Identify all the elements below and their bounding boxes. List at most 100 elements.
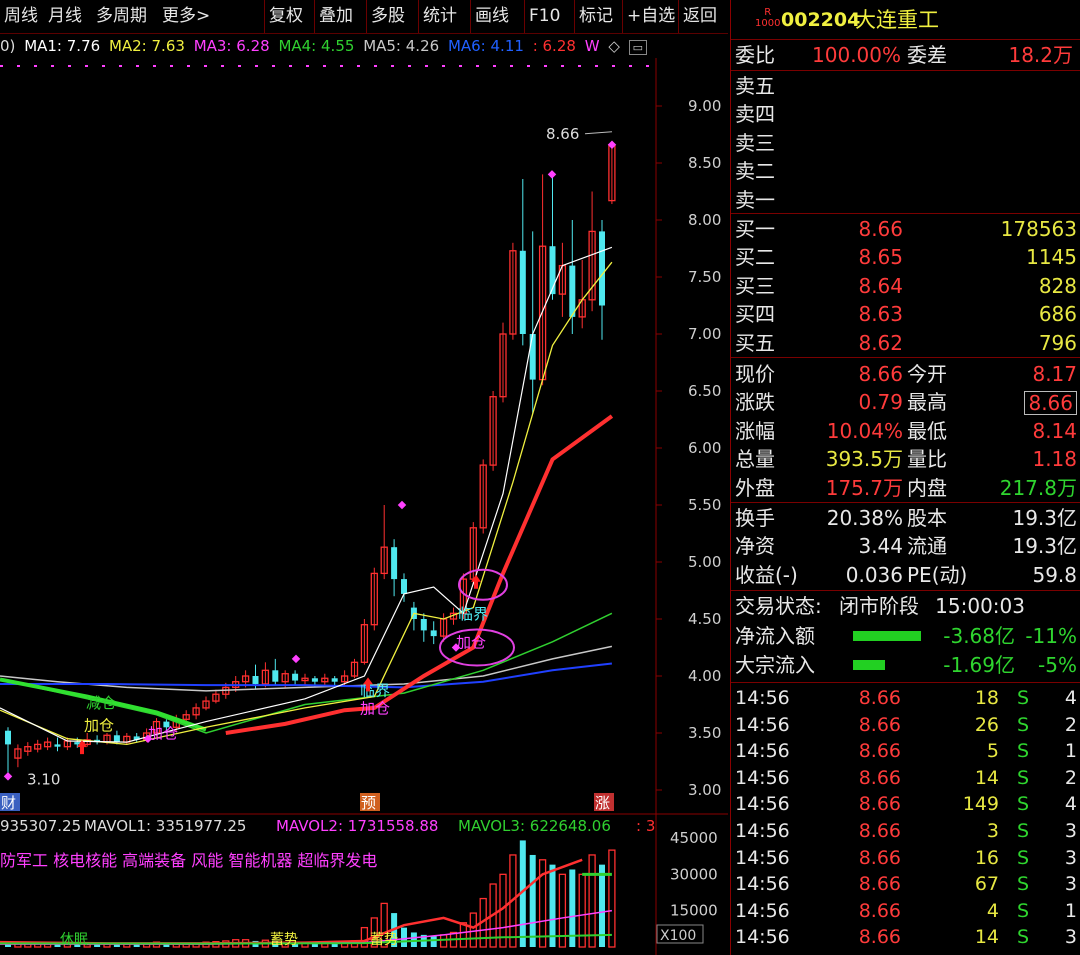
buy-level-2[interactable]: 买二 8.65 1145 [731, 243, 1080, 271]
tick-row: 14:56 8.66 4 S 1 [731, 898, 1080, 925]
volume-bar-up [469, 912, 477, 948]
back-button[interactable]: 返回 [678, 0, 721, 33]
badge-yu: 预 [361, 794, 376, 812]
w-indicator: W [584, 37, 600, 55]
tick-count: 2 [1064, 713, 1077, 736]
volume-bar-up [439, 934, 448, 948]
signal-label: 加仓 [360, 700, 390, 718]
r-badge: R 1000 [755, 7, 780, 29]
tick-time: 14:56 [735, 820, 790, 842]
buy-level-label: 买三 [735, 273, 775, 298]
quote-value-right: 8.66 [1024, 391, 1077, 416]
minimize-icon[interactable]: ▭ [628, 40, 648, 55]
tick-side: S [1016, 873, 1029, 896]
volume-bar-up [608, 849, 616, 948]
chart-toolbar: 周线 月线 多周期 更多> 复权 叠加 多股 统计 画线 F10 标记 +自选 … [0, 0, 728, 34]
sell-level-4[interactable]: 卖四 [731, 100, 1080, 128]
tick-volume: 16 [974, 846, 999, 869]
tick-time: 14:56 [735, 740, 790, 763]
quote-value-left: 393.5万 [825, 447, 903, 472]
concept-tags: 防军工 核电核能 高端装备 风能 智能机器 超临界发电 [0, 851, 377, 870]
buy-level-4[interactable]: 买四 8.63 686 [731, 300, 1080, 328]
tick-volume: 3 [986, 820, 999, 842]
tick-count: 3 [1064, 820, 1077, 842]
sell-level-label: 卖二 [735, 159, 775, 184]
r-badge-top: R [764, 7, 772, 18]
quote-value-right: 8.14 [1032, 418, 1077, 443]
buy-level-label: 买四 [735, 302, 775, 327]
volume-phase-label: 蓄势 [370, 932, 398, 948]
quote-label-left: 总量 [735, 447, 775, 472]
tick-price: 8.66 [858, 740, 901, 763]
signal-label: 临界 [458, 605, 488, 623]
quote-value-right: 217.8万 [999, 475, 1077, 500]
candle-body-down [420, 619, 427, 631]
tick-count: 4 [1064, 793, 1077, 816]
low-price-label: 3.10 [27, 771, 60, 789]
quote-label-left: 涨幅 [735, 418, 775, 443]
sell-level-label: 卖三 [735, 130, 775, 155]
sell-level-2[interactable]: 卖二 [731, 157, 1080, 185]
tick-price: 8.66 [858, 820, 901, 842]
sell-level-5[interactable]: 卖五 [731, 72, 1080, 100]
price-tick-label: 9.00 [688, 97, 721, 115]
kline-chart[interactable]: 9.00 8.50 8.00 7.50 7.00 6.50 6.00 5.50 5.00 4.50… [0, 58, 728, 955]
diamond-icon[interactable]: ◇ [608, 37, 620, 55]
buy-level-volume: 686 [1038, 302, 1077, 327]
add-watchlist-button[interactable]: +自选 [622, 0, 679, 33]
fuquan-button[interactable]: 复权 [264, 0, 307, 33]
volume-bar-up [588, 854, 596, 948]
tick-price: 8.66 [858, 899, 901, 922]
trade-status-label: 交易状态: [735, 594, 822, 618]
tick-row: 14:56 8.66 16 S 3 [731, 845, 1080, 872]
high-price-label: 8.66 [546, 125, 579, 143]
statistics-button[interactable]: 统计 [418, 0, 461, 33]
quote-row: 现价 8.66 今开 8.17 [731, 360, 1080, 388]
sell-level-1[interactable]: 卖一 [731, 186, 1080, 214]
netflow-value: -3.68亿 [943, 624, 1015, 648]
candle-body-down [391, 547, 398, 580]
buy-level-volume: 178563 [1000, 217, 1077, 241]
volume-bar-down [401, 927, 407, 947]
overlay-button[interactable]: 叠加 [314, 0, 357, 33]
tick-row: 14:56 8.66 149 S 4 [731, 791, 1080, 818]
netflow-pct: -11% [1025, 624, 1077, 648]
netflow-row: 净流入额 -3.68亿 -11% [731, 622, 1080, 650]
tick-volume: 149 [962, 793, 999, 816]
tick-price: 8.66 [858, 793, 901, 816]
stock-name: 大连重工 [855, 8, 939, 32]
multi-period-button[interactable]: 多周期 [92, 0, 151, 33]
chart-svg: 9.00 8.50 8.00 7.50 7.00 6.50 6.00 5.50 5.00 4.50… [0, 58, 728, 955]
tick-time: 14:56 [735, 926, 790, 949]
finance-value-right: 59.8 [1032, 562, 1077, 587]
high-price-pointer [584, 131, 613, 135]
mavol1-line [0, 858, 583, 945]
tick-time: 14:56 [735, 899, 790, 922]
quote-row: 总量 393.5万 量比 1.18 [731, 445, 1080, 473]
volume-bar-down [133, 944, 140, 947]
stock-terminal: 周线 月线 多周期 更多> 复权 叠加 多股 统计 画线 F10 标记 +自选 … [0, 0, 1080, 955]
draw-line-button[interactable]: 画线 [470, 0, 513, 33]
more-button[interactable]: 更多> [158, 0, 214, 33]
candle-body-down [529, 334, 536, 380]
bigflow-bar [853, 660, 885, 670]
sell-level-3[interactable]: 卖三 [731, 129, 1080, 157]
signal-label: 加仓 [84, 717, 114, 735]
candle-body-down [599, 231, 605, 306]
multi-stock-button[interactable]: 多股 [366, 0, 409, 33]
weekly-button[interactable]: 周线 [0, 0, 42, 33]
quote-value-left: 8.66 [858, 362, 903, 386]
f10-button[interactable]: F10 [524, 0, 564, 33]
monthly-button[interactable]: 月线 [44, 0, 86, 33]
tick-side: S [1016, 793, 1029, 816]
buy-level-label: 买五 [735, 330, 775, 355]
buy-level-price: 8.65 [858, 245, 903, 270]
buy-level-5[interactable]: 买五 8.62 796 [731, 329, 1080, 357]
buy-level-3[interactable]: 买三 8.64 828 [731, 272, 1080, 300]
diamond-marker [397, 500, 407, 510]
signal-label: 加仓 [456, 634, 486, 652]
mark-button[interactable]: 标记 [574, 0, 617, 33]
quote-value-left: 175.7万 [825, 475, 903, 500]
price-tick-label: 5.50 [688, 496, 721, 514]
buy-level-1[interactable]: 买一 8.66 178563 [731, 215, 1080, 243]
